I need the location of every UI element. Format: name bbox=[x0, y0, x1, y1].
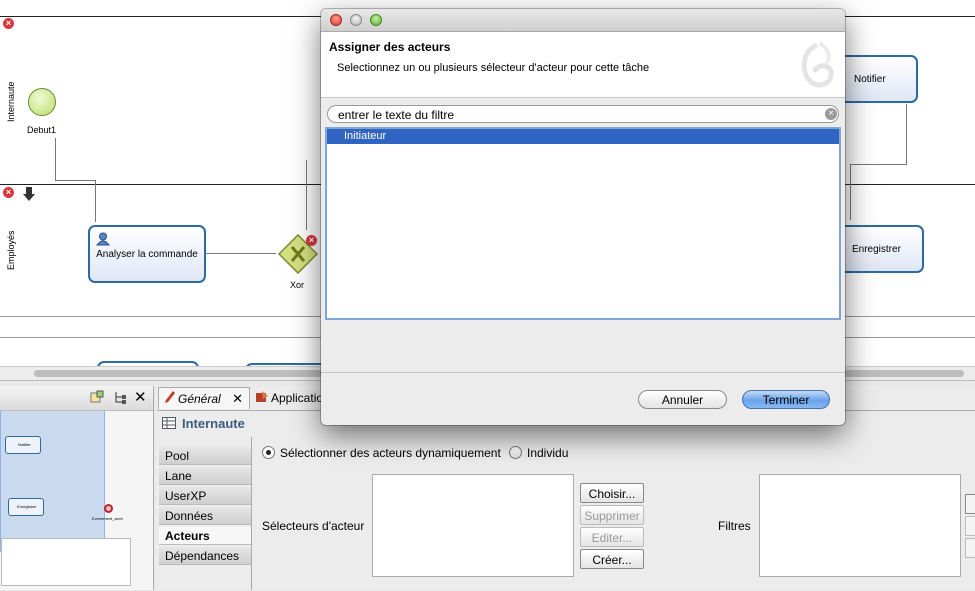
user-icon bbox=[95, 232, 111, 249]
sidebar-item-pool[interactable]: Pool bbox=[159, 447, 251, 465]
application-icon bbox=[256, 390, 268, 406]
close-icon[interactable]: ✕ bbox=[232, 391, 243, 407]
edit-button[interactable]: Editer... bbox=[580, 527, 644, 547]
error-icon: × bbox=[3, 18, 14, 29]
arrow-down-icon[interactable] bbox=[22, 186, 36, 205]
error-icon: × bbox=[306, 235, 317, 246]
assign-actors-dialog: Assigner des acteurs Selectionnez un ou … bbox=[321, 9, 845, 425]
clear-filter-icon[interactable]: × bbox=[825, 108, 837, 120]
pencil-icon bbox=[165, 391, 175, 406]
dialog-titlebar[interactable] bbox=[321, 9, 845, 32]
close-window-button[interactable] bbox=[330, 14, 342, 26]
sidebar-item-userxp[interactable]: UserXP bbox=[159, 487, 251, 505]
dialog-divider bbox=[321, 372, 845, 373]
close-icon[interactable]: ✕ bbox=[134, 388, 147, 406]
radio-individual-label: Individu bbox=[527, 446, 569, 460]
outline-end-event bbox=[104, 504, 113, 513]
sidebar-item-acteurs[interactable]: Acteurs bbox=[159, 527, 251, 545]
task-label: Notifier bbox=[854, 73, 886, 85]
sidebar-divider bbox=[251, 437, 252, 590]
task-label: Enregistrer bbox=[852, 243, 901, 255]
minimize-window-button[interactable] bbox=[350, 14, 362, 26]
sequence-flow bbox=[850, 164, 851, 220]
outline-task-label: Enregistrer bbox=[17, 504, 37, 509]
choose-button[interactable]: Choisir... bbox=[580, 483, 644, 503]
filters-button-partial[interactable] bbox=[965, 538, 975, 558]
task-analyser-commande[interactable]: Analyser la commande bbox=[88, 225, 206, 283]
outline-icon[interactable] bbox=[90, 390, 104, 407]
outline-task-label: Notifier bbox=[18, 442, 31, 447]
outline-viewport[interactable] bbox=[0, 410, 105, 552]
filters-button-partial[interactable] bbox=[965, 494, 975, 514]
sequence-flow bbox=[95, 180, 96, 222]
sequence-flow bbox=[906, 104, 907, 164]
dialog-title: Assigner des acteurs bbox=[329, 40, 451, 54]
gateway-label: Xor bbox=[290, 280, 305, 290]
filters-button-partial[interactable] bbox=[965, 516, 975, 536]
sequence-flow bbox=[206, 253, 276, 254]
outline-view: Notifier Enregistrer Evenement_arret bbox=[0, 386, 154, 590]
outline-toolbar: ✕ bbox=[0, 386, 153, 411]
sequence-flow bbox=[306, 160, 307, 230]
start-event[interactable] bbox=[28, 88, 56, 116]
sidebar-item-donnees[interactable]: Données bbox=[159, 507, 251, 525]
filters-label: Filtres bbox=[718, 519, 751, 533]
task-label: Analyser la commande bbox=[96, 248, 198, 260]
error-icon: × bbox=[3, 187, 14, 198]
filter-search-field[interactable]: entrer le texte du filtre × bbox=[327, 105, 839, 123]
table-icon bbox=[162, 417, 176, 432]
selectors-label: Sélecteurs d'acteur bbox=[262, 519, 365, 533]
section-title: Internaute bbox=[182, 416, 245, 431]
sequence-flow bbox=[55, 180, 95, 181]
dialog-subtitle: Selectionnez un ou plusieurs sélecteur d… bbox=[337, 62, 650, 74]
task-notifier[interactable]: Notifier bbox=[838, 55, 918, 103]
cancel-button[interactable]: Annuler bbox=[638, 390, 727, 409]
finish-button[interactable]: Terminer bbox=[742, 390, 830, 409]
tree-icon[interactable] bbox=[113, 390, 127, 407]
lane-label-internaute: Internaute bbox=[6, 81, 16, 122]
filter-input[interactable]: entrer le texte du filtre bbox=[338, 108, 454, 122]
selectors-list[interactable] bbox=[372, 474, 574, 577]
outline-lower-box bbox=[1, 538, 131, 586]
filters-list[interactable] bbox=[759, 474, 961, 577]
radio-individual[interactable] bbox=[509, 446, 522, 459]
sidebar-item-dependances[interactable]: Dépendances bbox=[159, 547, 251, 565]
list-item-label: Initiateur bbox=[344, 130, 387, 142]
dialog-header: Assigner des acteurs Selectionnez un ou … bbox=[321, 32, 845, 98]
bonita-logo-icon bbox=[795, 40, 839, 95]
actor-selector-list[interactable]: Initiateur bbox=[325, 127, 841, 320]
tab-general[interactable]: Général ✕ bbox=[158, 387, 250, 409]
outline-task: Enregistrer bbox=[8, 498, 44, 516]
list-item[interactable]: Initiateur bbox=[327, 129, 839, 144]
sequence-flow bbox=[55, 138, 56, 180]
tab-application[interactable]: Application bbox=[250, 387, 330, 409]
start-event-label: Debut1 bbox=[27, 125, 57, 135]
radio-dynamic-label: Sélectionner des acteurs dynamiquement bbox=[280, 446, 501, 460]
zoom-window-button[interactable] bbox=[370, 14, 382, 26]
create-button[interactable]: Créer... bbox=[580, 549, 644, 569]
outline-end-label: Evenement_arret bbox=[92, 516, 123, 521]
tab-label: Général bbox=[178, 391, 221, 406]
delete-button[interactable]: Supprimer bbox=[580, 505, 644, 525]
outline-task: Notifier bbox=[5, 436, 41, 454]
lane-label-employes: Employés bbox=[6, 230, 16, 270]
radio-dynamic[interactable] bbox=[262, 446, 275, 459]
sequence-flow bbox=[850, 164, 907, 165]
sidebar-item-lane[interactable]: Lane bbox=[159, 467, 251, 485]
task-enregistrer[interactable]: Enregistrer bbox=[838, 225, 924, 273]
